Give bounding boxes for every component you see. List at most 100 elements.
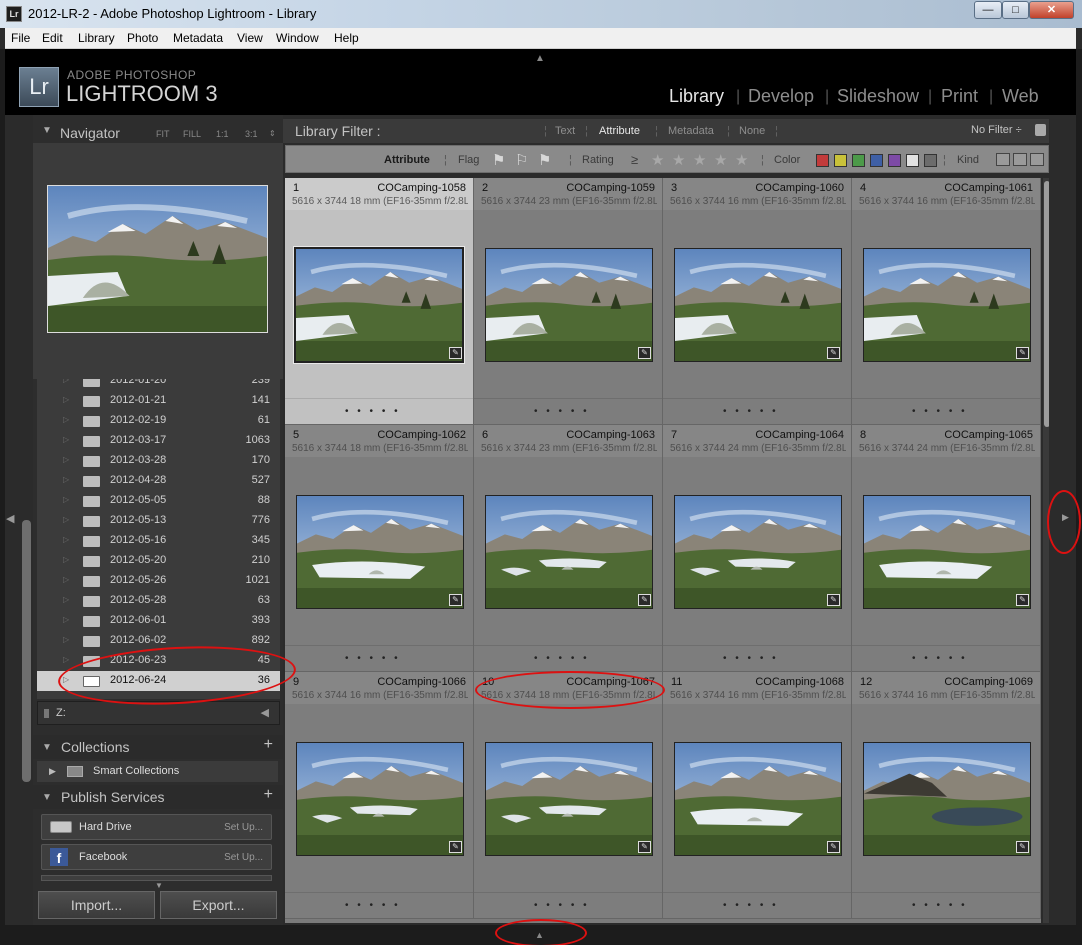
panel-collapse-icon[interactable]: ▼: [42, 125, 52, 136]
navigator-zoom-3-1[interactable]: 3:1: [245, 129, 258, 139]
lock-icon[interactable]: [1035, 124, 1046, 136]
menu-window[interactable]: Window: [276, 31, 319, 45]
color-swatch[interactable]: [906, 154, 919, 167]
rating-dots[interactable]: • • • • •: [534, 900, 590, 911]
folder-expand-icon[interactable]: ▷: [63, 615, 69, 624]
setup-link[interactable]: Set Up...: [224, 852, 263, 863]
folder-row[interactable]: ▷ 2012-05-28 63: [37, 591, 280, 611]
add-publish-service-icon[interactable]: +: [264, 786, 273, 804]
rating-dots[interactable]: • • • • •: [912, 406, 968, 417]
rating-dots[interactable]: • • • • •: [912, 653, 968, 664]
panel-collapse-icon[interactable]: ▼: [42, 742, 52, 753]
folder-row[interactable]: ▷ 2012-03-17 1063: [37, 431, 280, 451]
photo-thumbnail[interactable]: [296, 495, 464, 609]
folder-expand-icon[interactable]: ▷: [63, 455, 69, 464]
module-web[interactable]: Web: [1002, 86, 1039, 107]
rating-operator[interactable]: ≥: [631, 152, 638, 167]
photo-cell[interactable]: 12 COCamping-1069 5616 x 3744 16 mm (EF16-…: [852, 672, 1041, 919]
close-button[interactable]: ✕: [1029, 1, 1074, 19]
menu-metadata[interactable]: Metadata: [173, 31, 223, 45]
photo-thumbnail[interactable]: [863, 248, 1031, 362]
folder-row[interactable]: ▷ 2012-06-01 393: [37, 611, 280, 631]
folder-expand-icon[interactable]: ▷: [63, 535, 69, 544]
color-swatch[interactable]: [888, 154, 901, 167]
folder-row[interactable]: ▷ 2012-05-26 1021: [37, 571, 280, 591]
rating-dots[interactable]: • • • • •: [723, 653, 779, 664]
module-library[interactable]: Library: [669, 86, 724, 107]
metadata-badge-icon[interactable]: ✎: [449, 841, 462, 853]
rating-dots[interactable]: • • • • •: [723, 900, 779, 911]
filter-tab-attribute[interactable]: Attribute: [599, 125, 640, 137]
star-1-icon[interactable]: ★: [651, 151, 664, 169]
rating-dots[interactable]: • • • • •: [345, 406, 401, 417]
photo-cell[interactable]: 7 COCamping-1064 5616 x 3744 24 mm (EF16-3…: [663, 425, 852, 672]
folder-expand-icon[interactable]: ▷: [63, 555, 69, 564]
filter-tab-text[interactable]: Text: [555, 125, 575, 137]
folder-expand-icon[interactable]: ▷: [63, 575, 69, 584]
folder-row[interactable]: ▷ 2012-05-20 210: [37, 551, 280, 571]
color-swatch[interactable]: [852, 154, 865, 167]
folder-expand-icon[interactable]: ▷: [63, 495, 69, 504]
navigator-zoom-1-1[interactable]: 1:1: [216, 129, 229, 139]
star-2-icon[interactable]: ★: [672, 151, 685, 169]
export-button[interactable]: Export...: [160, 891, 277, 919]
kind-virtual-copy-icon[interactable]: [1013, 153, 1027, 166]
unflagged-filter-icon[interactable]: ⚐: [515, 151, 528, 169]
rating-dots[interactable]: • • • • •: [912, 900, 968, 911]
photo-cell[interactable]: 8 COCamping-1065 5616 x 3744 24 mm (EF16-3…: [852, 425, 1041, 672]
photo-cell[interactable]: 2 COCamping-1059 5616 x 3744 23 mm (EF16-3…: [474, 178, 663, 425]
photo-thumbnail[interactable]: [863, 742, 1031, 856]
folder-row[interactable]: ▷ 2012-03-28 170: [37, 451, 280, 471]
metadata-badge-icon[interactable]: ✎: [1016, 841, 1029, 853]
photo-cell[interactable]: 5 COCamping-1062 5616 x 3744 18 mm (EF16-3…: [285, 425, 474, 672]
rating-dots[interactable]: • • • • •: [534, 653, 590, 664]
folder-row[interactable]: ▷ 2012-01-21 141: [37, 391, 280, 411]
folder-expand-icon[interactable]: ▷: [63, 635, 69, 644]
metadata-badge-icon[interactable]: ✎: [827, 841, 840, 853]
metadata-badge-icon[interactable]: ✎: [638, 841, 651, 853]
expand-icon[interactable]: ▶: [49, 766, 56, 777]
photo-cell[interactable]: 11 COCamping-1068 5616 x 3744 16 mm (EF16-…: [663, 672, 852, 919]
folder-expand-icon[interactable]: ▷: [63, 655, 69, 664]
star-4-icon[interactable]: ★: [714, 151, 727, 169]
folder-expand-icon[interactable]: ▷: [63, 515, 69, 524]
navigator-zoom-menu-icon[interactable]: ⇕: [269, 129, 276, 138]
metadata-badge-icon[interactable]: ✎: [449, 594, 462, 606]
metadata-badge-icon[interactable]: ✎: [1016, 594, 1029, 606]
photo-cell[interactable]: 4 COCamping-1061 5616 x 3744 16 mm (EF16-3…: [852, 178, 1041, 425]
photo-thumbnail[interactable]: [296, 742, 464, 856]
menu-photo[interactable]: Photo: [127, 31, 158, 45]
rating-dots[interactable]: • • • • •: [534, 406, 590, 417]
photo-cell[interactable]: 10 COCamping-1067 5616 x 3744 18 mm (EF16-…: [474, 672, 663, 919]
folder-expand-icon[interactable]: ▷: [63, 395, 69, 404]
photo-thumbnail[interactable]: [293, 246, 465, 364]
navigator-preview-image[interactable]: [47, 185, 268, 333]
flagged-filter-icon[interactable]: ⚑: [492, 151, 505, 169]
left-panel-toggle-icon[interactable]: ◀: [6, 512, 14, 525]
kind-master-icon[interactable]: [996, 153, 1010, 166]
navigator-header[interactable]: ▼ Navigator FIT FILL 1:1 3:1 ⇕: [33, 119, 283, 141]
minimize-button[interactable]: —: [974, 1, 1002, 19]
setup-link[interactable]: Set Up...: [224, 822, 263, 833]
menu-help[interactable]: Help: [334, 31, 359, 45]
smart-collections-row[interactable]: ▶ Smart Collections: [37, 761, 278, 782]
color-swatch[interactable]: [924, 154, 937, 167]
navigator-zoom-fill[interactable]: FILL: [183, 129, 201, 139]
metadata-badge-icon[interactable]: ✎: [827, 594, 840, 606]
module-print[interactable]: Print: [941, 86, 978, 107]
panel-collapse-icon[interactable]: ▼: [42, 792, 52, 803]
photo-thumbnail[interactable]: [485, 742, 653, 856]
metadata-badge-icon[interactable]: ✎: [638, 347, 651, 359]
folder-row[interactable]: ▷ 2012-05-16 345: [37, 531, 280, 551]
folder-expand-icon[interactable]: ▷: [63, 595, 69, 604]
publish-facebook[interactable]: f Facebook Set Up...: [41, 844, 272, 870]
metadata-badge-icon[interactable]: ✎: [449, 347, 462, 359]
photo-thumbnail[interactable]: [485, 495, 653, 609]
metadata-badge-icon[interactable]: ✎: [638, 594, 651, 606]
folder-expand-icon[interactable]: ▷: [63, 415, 69, 424]
color-swatch[interactable]: [870, 154, 883, 167]
photo-thumbnail[interactable]: [674, 495, 842, 609]
module-slideshow[interactable]: Slideshow: [837, 86, 919, 107]
photo-cell[interactable]: 3 COCamping-1060 5616 x 3744 16 mm (EF16-3…: [663, 178, 852, 425]
folder-row[interactable]: ▷ 2012-04-28 527: [37, 471, 280, 491]
